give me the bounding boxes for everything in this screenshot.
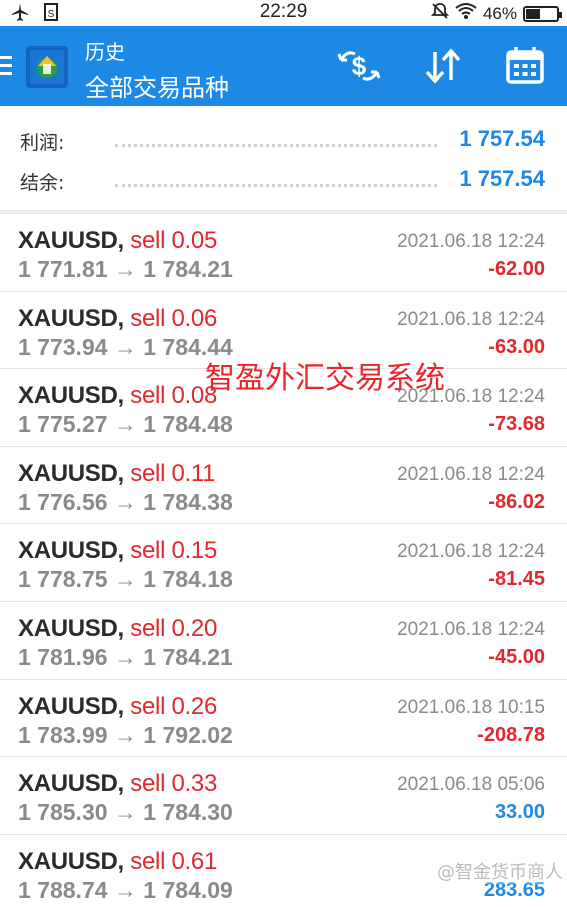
- divider-dots: [115, 144, 437, 147]
- wifi-icon: [455, 2, 477, 25]
- trade-profit: -73.68: [488, 413, 545, 436]
- trade-symbol: XAUUSD, sell 0.33: [18, 770, 217, 798]
- sort-icon: [421, 46, 465, 90]
- balance-row: 结余: 1 757.54: [0, 162, 567, 202]
- trade-symbol: XAUUSD, sell 0.15: [18, 537, 217, 565]
- trade-date: 2021.06.18 12:24: [397, 618, 545, 640]
- trade-symbol: XAUUSD, sell 0.08: [18, 382, 217, 410]
- trade-prices: 1 783.99 → 1 792.02: [18, 721, 233, 748]
- trade-profit: -63.00: [488, 335, 545, 358]
- trade-prices: 1 773.94 → 1 784.44: [18, 333, 233, 360]
- trade-symbol-name: XAUUSD,: [18, 770, 124, 798]
- trade-side-volume: sell 0.20: [130, 614, 217, 642]
- symbol-filter[interactable]: 全部交易品种: [85, 68, 229, 103]
- status-bar: S 22:29 46%: [0, 0, 567, 26]
- trade-profit: -62.00: [488, 258, 545, 280]
- trade-date: 2021.06.18 10:15: [397, 696, 545, 718]
- trade-date: 2021.06.18 12:24: [397, 463, 545, 485]
- trade-prices: 1 776.56 → 1 784.38: [18, 488, 233, 515]
- trade-prices: 1 788.74 → 1 784.09: [18, 876, 233, 903]
- trade-date: 2021.06.18 05:06: [397, 774, 545, 796]
- sort-button[interactable]: [420, 46, 466, 90]
- trade-symbol-name: XAUUSD,: [18, 304, 124, 332]
- trade-date: 2021.06.18 12:24: [397, 541, 545, 563]
- mute-icon: [430, 2, 450, 25]
- trade-profit: -86.02: [488, 490, 545, 513]
- trade-side-volume: sell 0.33: [130, 770, 217, 798]
- trade-prices: 1 775.27 → 1 784.48: [18, 411, 233, 438]
- trade-prices: 1 785.30 → 1 784.30: [18, 799, 233, 826]
- trade-side-volume: sell 0.05: [130, 227, 217, 254]
- svg-text:$: $: [352, 51, 367, 81]
- trade-row[interactable]: XAUUSD, sell 0.26 1 783.99 → 1 792.02 2021…: [0, 680, 567, 758]
- trade-symbol-name: XAUUSD,: [18, 459, 124, 487]
- battery-level-fill: [526, 8, 540, 19]
- trade-symbol-name: XAUUSD,: [18, 382, 124, 410]
- trade-symbol-name: XAUUSD,: [18, 692, 124, 720]
- trade-side-volume: sell 0.08: [130, 382, 217, 410]
- trade-symbol: XAUUSD, sell 0.11: [18, 459, 216, 488]
- trade-prices: 1 781.96 → 1 784.21: [18, 643, 233, 670]
- profit-value: 1 757.54: [459, 126, 545, 151]
- trade-profit: -81.45: [488, 568, 545, 591]
- trade-symbol-name: XAUUSD,: [18, 537, 124, 565]
- trade-symbol: XAUUSD, sell 0.05: [18, 227, 217, 255]
- calendar-icon: [503, 44, 547, 92]
- app-logo: [26, 46, 68, 88]
- profit-label: 利润:: [20, 132, 65, 154]
- trade-symbol: XAUUSD, sell 0.26: [18, 693, 217, 721]
- profit-row: 利润: 1 757.54: [0, 122, 567, 162]
- trade-history-list: XAUUSD, sell 0.05 1 771.81 → 1 784.21 2021…: [0, 214, 567, 907]
- menu-icon[interactable]: [0, 56, 12, 78]
- trade-row[interactable]: XAUUSD, sell 0.15 1 778.75 → 1 784.18 2021…: [0, 524, 567, 602]
- watermark-corner: @智金货币商人: [437, 858, 563, 884]
- trade-symbol: XAUUSD, sell 0.20: [18, 615, 217, 643]
- battery-percent: 46%: [482, 3, 517, 23]
- trade-side-volume: sell 0.11: [130, 459, 216, 487]
- trade-row[interactable]: XAUUSD, sell 0.20 1 781.96 → 1 784.21 2021…: [0, 602, 567, 680]
- trade-symbol-name: XAUUSD,: [18, 847, 124, 875]
- trade-prices: 1 771.81 → 1 784.21: [18, 256, 233, 282]
- trade-profit: -45.00: [488, 645, 545, 668]
- battery-icon: [523, 5, 562, 22]
- trade-prices: 1 778.75 → 1 784.18: [18, 566, 233, 593]
- trade-symbol-name: XAUUSD,: [18, 227, 124, 254]
- page-title: 历史: [85, 40, 125, 64]
- trade-date: 2021.06.18 12:24: [397, 308, 545, 330]
- currency-exchange-icon: $: [337, 46, 381, 90]
- trade-symbol: XAUUSD, sell 0.61: [18, 848, 217, 876]
- summary-panel: 利润: 1 757.54 结余: 1 757.54: [0, 106, 567, 214]
- divider-dots: [115, 184, 437, 187]
- trade-symbol-name: XAUUSD,: [18, 614, 124, 642]
- trade-profit: -208.78: [477, 723, 545, 746]
- trade-row[interactable]: XAUUSD, sell 0.05 1 771.81 → 1 784.21 2021…: [0, 214, 567, 292]
- balance-label: 结余:: [20, 172, 65, 194]
- trade-row[interactable]: XAUUSD, sell 0.33 1 785.30 → 1 784.30 2021…: [0, 757, 567, 835]
- trade-side-volume: sell 0.06: [130, 304, 217, 332]
- trade-date: 2021.06.18 12:24: [397, 231, 545, 252]
- watermark-center: 智盈外汇交易系统: [205, 361, 445, 396]
- balance-value: 1 757.54: [459, 166, 545, 191]
- trade-row[interactable]: XAUUSD, sell 0.11 1 776.56 → 1 784.38 2021…: [0, 447, 567, 525]
- trade-profit: 33.00: [494, 801, 545, 824]
- trade-side-volume: sell 0.61: [130, 847, 217, 875]
- trade-side-volume: sell 0.15: [130, 537, 217, 565]
- trade-side-volume: sell 0.26: [130, 692, 217, 720]
- currency-exchange-button[interactable]: $: [336, 46, 382, 90]
- trade-symbol: XAUUSD, sell 0.06: [18, 305, 217, 333]
- app-bar: 历史 全部交易品种 $: [0, 26, 567, 106]
- calendar-button[interactable]: [502, 46, 548, 90]
